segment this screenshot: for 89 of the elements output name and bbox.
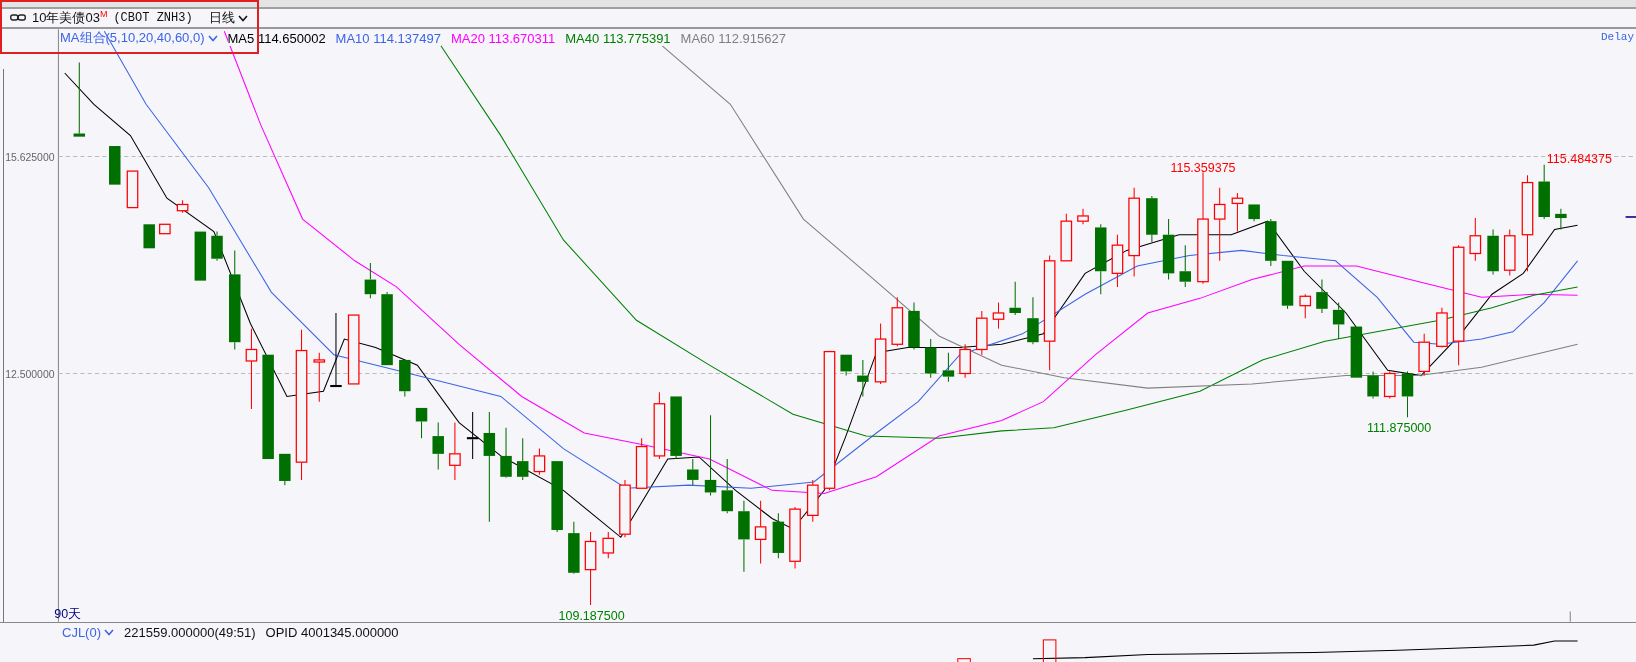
- price-label: 109.187500: [558, 608, 625, 622]
- candlestick: [789, 506, 801, 570]
- candlestick: [959, 343, 971, 379]
- candlestick: [1009, 281, 1021, 316]
- candlestick: [1316, 279, 1328, 314]
- indicator-selector[interactable]: CJL(0): [62, 624, 114, 640]
- candlestick: [1503, 229, 1516, 276]
- candlestick: [1401, 370, 1414, 418]
- period-selector[interactable]: 日线: [206, 9, 250, 27]
- candlestick: [347, 314, 360, 385]
- candlestick: [635, 437, 648, 489]
- candlestick: [908, 302, 920, 350]
- candlestick: [840, 354, 852, 377]
- candlestick: [670, 395, 682, 460]
- candlestick: [159, 223, 171, 235]
- candlestick: [721, 458, 733, 514]
- candlestick: [1383, 370, 1396, 400]
- chevron-down-icon: [104, 628, 114, 636]
- chevron-down-icon: [207, 34, 218, 42]
- price-label: 115.359375: [1170, 161, 1236, 176]
- contract-code: (CBOT ZNH3): [113, 11, 193, 25]
- candlestick: [279, 453, 291, 486]
- candlestick: [924, 338, 937, 379]
- candlestick: [1487, 229, 1499, 275]
- candlestick: [1367, 370, 1379, 400]
- candlestick: [942, 352, 955, 383]
- candlestick: [1027, 296, 1039, 345]
- candlestick: [1332, 302, 1345, 340]
- candlestick: [1281, 260, 1294, 310]
- candlestick: [602, 531, 615, 559]
- candlestick: [754, 500, 767, 564]
- candlestick: [1162, 218, 1175, 281]
- price-label: 115.484375: [1546, 151, 1612, 166]
- candlestick: [1299, 293, 1312, 319]
- candlestick: [1179, 244, 1191, 288]
- candlestick: [449, 422, 461, 481]
- candlestick: [857, 359, 869, 397]
- price-marker: [1624, 216, 1636, 218]
- volume-bar: [957, 658, 971, 662]
- range-label: 90天: [54, 606, 82, 621]
- candlestick: [653, 391, 666, 460]
- candlestick: [517, 437, 529, 481]
- candlestick: [1350, 326, 1363, 379]
- candlestick: [364, 262, 377, 299]
- candlestick: [975, 310, 988, 356]
- candlestick: [772, 512, 785, 559]
- candlestick: [1146, 195, 1158, 243]
- candlestick: [1060, 213, 1073, 262]
- candlestick: [891, 296, 904, 347]
- candlestick: [211, 231, 223, 262]
- candlestick: [687, 458, 699, 486]
- candlestick: [1469, 217, 1482, 262]
- candlestick: [143, 223, 155, 249]
- candlestick: [415, 407, 428, 439]
- link-icon: [10, 14, 26, 22]
- candlestick: [500, 427, 512, 479]
- candlestick: [1111, 234, 1124, 288]
- candlestick: [313, 352, 326, 403]
- candlestick: [432, 422, 444, 470]
- candlestick: [619, 479, 631, 538]
- candlestick: [533, 448, 546, 476]
- chevron-down-icon: [237, 14, 248, 22]
- opid-reading: OPID 4001345.000000: [265, 624, 399, 640]
- candlestick: [109, 145, 121, 186]
- candlestick: [1095, 223, 1107, 295]
- candlestick: [1231, 192, 1244, 233]
- candlestick: [1436, 307, 1448, 348]
- candlestick: [568, 521, 580, 575]
- candlestick: [1077, 208, 1089, 225]
- candlestick: [1418, 333, 1431, 377]
- axis-label: 15.625000: [5, 151, 55, 163]
- candlestick: [194, 231, 207, 282]
- volume-bar: [1042, 639, 1057, 662]
- candlestick: [806, 479, 819, 523]
- candlestick: [874, 322, 887, 385]
- candlestick: [176, 199, 189, 214]
- candlestick: [1538, 164, 1550, 220]
- delay-label: Delay: [1601, 31, 1634, 43]
- candlestick: [126, 170, 139, 209]
- volume-reading: 221559.000000(49:51): [124, 624, 256, 640]
- candlestick: [1248, 203, 1260, 222]
- candlestick: [1265, 218, 1277, 267]
- candlestick: [466, 411, 479, 460]
- candlestick: [1555, 208, 1567, 231]
- price-label: 111.875000: [1367, 420, 1432, 435]
- axis-label: 12.500000: [5, 368, 55, 380]
- chart-title: 10年美债03$^{M}$: [32, 8, 108, 28]
- candlestick: [992, 302, 1005, 330]
- candlestick: [399, 359, 411, 397]
